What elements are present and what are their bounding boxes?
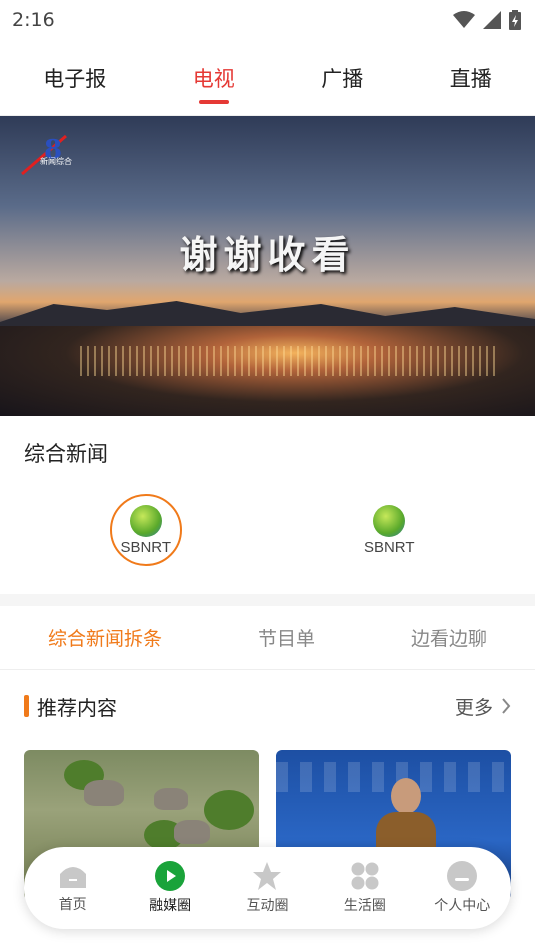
- grid-icon: [351, 862, 379, 890]
- tab-program-list[interactable]: 节目单: [258, 624, 315, 651]
- channel-logo-label: 新闻综合: [40, 157, 72, 166]
- video-caption: 谢谢收看: [179, 232, 356, 277]
- signal-icon: [483, 11, 501, 29]
- status-time: 2:16: [12, 9, 55, 31]
- status-icons: [453, 10, 521, 30]
- app-screen: 2:16 电子报 电视 广播 直播 8 新闻综合 谢谢收看 综合新闻 SBNRT: [0, 0, 535, 951]
- status-bar: 2:16: [0, 0, 535, 40]
- play-icon: [155, 861, 186, 891]
- channel-logo-text: SBNRT: [363, 538, 415, 556]
- tab-newspaper[interactable]: 电子报: [37, 40, 112, 116]
- wifi-icon: [453, 11, 475, 28]
- elephant-shape: [84, 780, 124, 806]
- bottom-nav: 首页 融媒圈 互动圈 生活圈 个人中心: [24, 847, 511, 929]
- channel-item-2[interactable]: SBNRT: [353, 494, 425, 566]
- tab-news-clips[interactable]: 综合新闻拆条: [48, 624, 162, 651]
- more-link[interactable]: 更多: [455, 693, 511, 720]
- tab-chat[interactable]: 边看边聊: [411, 624, 487, 651]
- recommend-title-group: 推荐内容: [24, 692, 117, 721]
- nav-profile[interactable]: 个人中心: [417, 861, 507, 915]
- tab-live[interactable]: 直播: [444, 40, 498, 116]
- top-tab-bar: 电子报 电视 广播 直播: [0, 40, 535, 116]
- nav-interact-circle[interactable]: 互动圈: [222, 861, 312, 915]
- channel-logo-text: SBNRT: [120, 538, 172, 556]
- elephant-shape: [174, 820, 210, 844]
- sub-tab-bar: 综合新闻拆条 节目单 边看边聊: [0, 606, 535, 670]
- tab-radio[interactable]: 广播: [315, 40, 369, 116]
- bush-shape: [204, 790, 254, 830]
- recommend-accent-bar: [24, 695, 29, 717]
- nav-life-circle[interactable]: 生活圈: [320, 861, 410, 915]
- home-icon: [59, 867, 86, 888]
- news-section: 综合新闻 SBNRT SBNRT: [0, 416, 535, 594]
- video-player[interactable]: 8 新闻综合 谢谢收看: [0, 116, 535, 416]
- news-section-title: 综合新闻: [24, 442, 108, 466]
- recommend-header: 推荐内容 更多: [0, 670, 535, 742]
- recommend-title: 推荐内容: [37, 695, 117, 720]
- channel-item-1[interactable]: SBNRT: [109, 494, 182, 566]
- nav-media-circle[interactable]: 融媒圈: [125, 861, 215, 915]
- more-label: 更多: [454, 696, 493, 719]
- nav-life-circle-label: 生活圈: [343, 898, 386, 914]
- battery-icon: [509, 10, 521, 30]
- nav-media-circle-label: 融媒圈: [149, 898, 192, 914]
- chevron-right-icon: [502, 698, 511, 714]
- channel-list: SBNRT SBNRT: [24, 494, 511, 566]
- sbn-logo-icon: [129, 504, 162, 537]
- section-divider: [0, 594, 535, 606]
- elephant-shape: [154, 788, 188, 810]
- nav-home-label: 首页: [58, 897, 87, 913]
- video-city-lights: [80, 346, 495, 376]
- channel-logo-icon: 8: [21, 134, 67, 176]
- anchor-head: [391, 778, 421, 814]
- sbn-logo-icon: [373, 504, 406, 537]
- nav-profile-label: 个人中心: [434, 898, 491, 914]
- tab-tv[interactable]: 电视: [187, 40, 241, 116]
- person-icon: [447, 861, 478, 891]
- star-icon: [253, 862, 282, 890]
- nav-home[interactable]: 首页: [28, 862, 118, 914]
- nav-interact-circle-label: 互动圈: [246, 898, 289, 914]
